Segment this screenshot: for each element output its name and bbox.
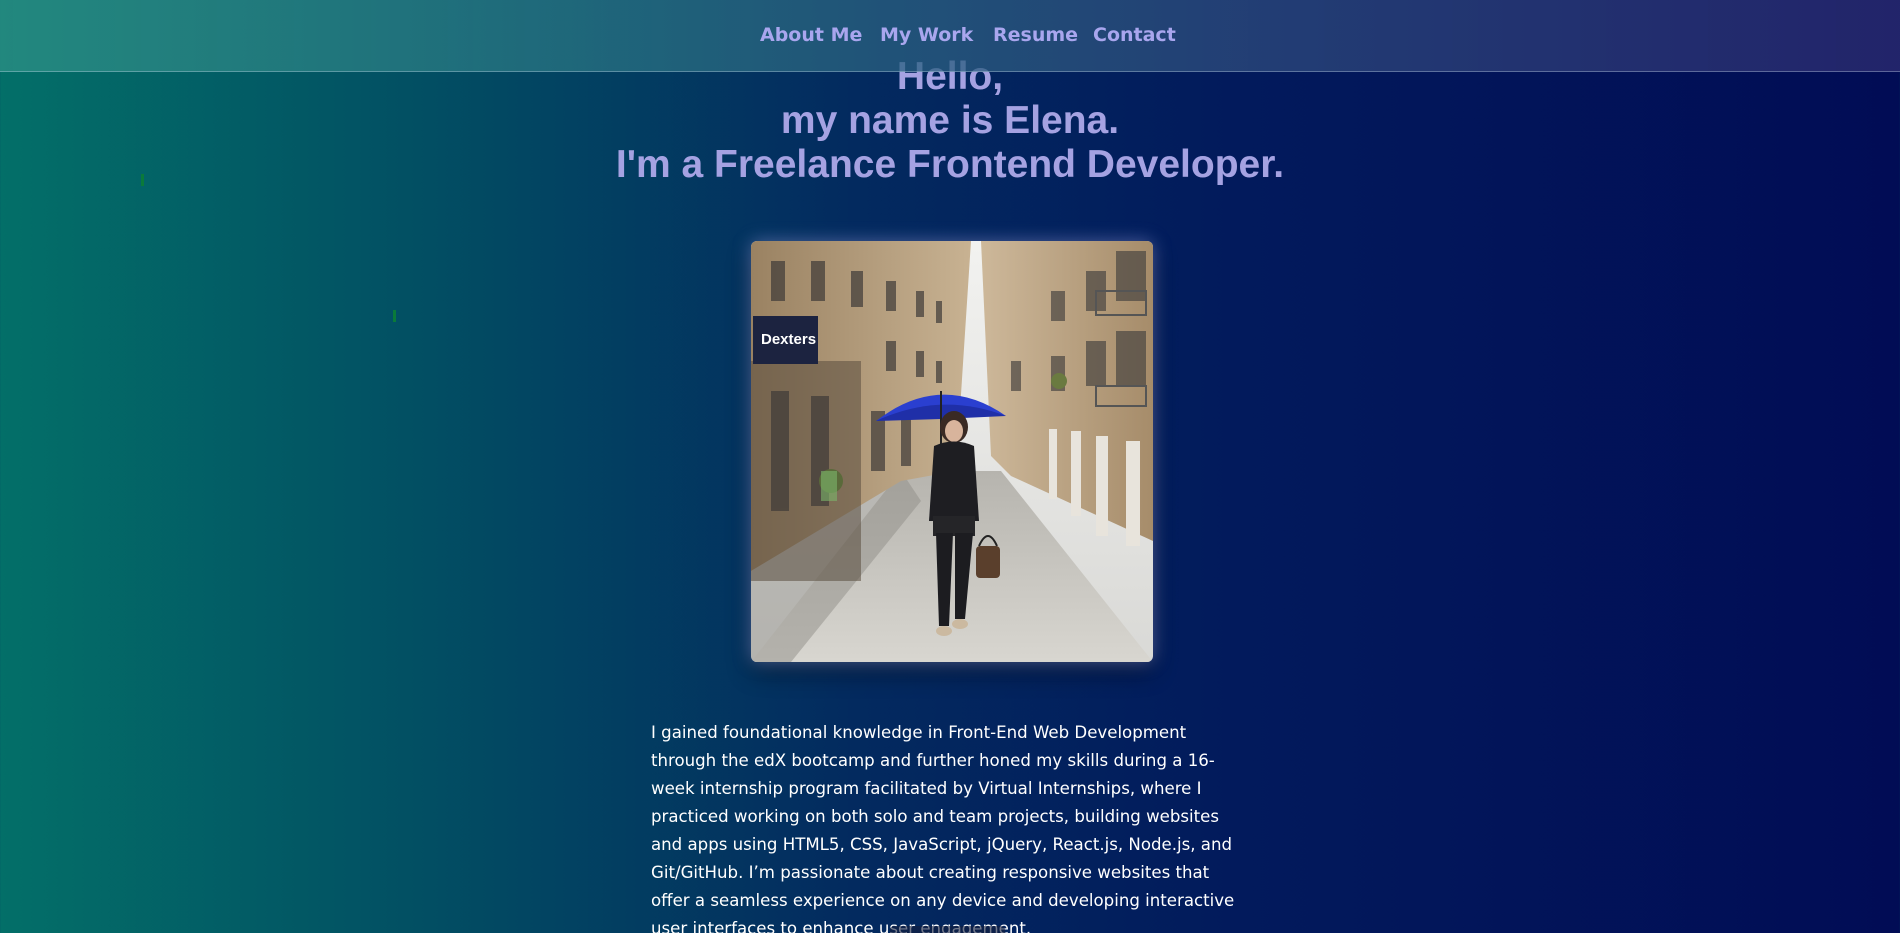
hero-title: I'm a Freelance Frontend Developer.: [615, 143, 1285, 186]
nav-link-resume[interactable]: Resume: [993, 24, 1078, 46]
nav-link-contact[interactable]: Contact: [1093, 24, 1176, 46]
scroll-cue: [890, 926, 1005, 933]
decorative-spark: [141, 174, 144, 186]
hero-name: my name is Elena.: [780, 99, 1120, 142]
photo-sign-text: Dexters: [761, 331, 816, 348]
nav-link-about-me[interactable]: About Me: [760, 24, 862, 46]
bio-paragraph: I gained foundational knowledge in Front…: [651, 722, 1235, 933]
top-navigation: About Me My Work Resume Contact: [0, 0, 1900, 72]
nav-link-my-work[interactable]: My Work: [880, 24, 973, 46]
decorative-spark: [393, 310, 396, 322]
profile-photo: Dexters: [751, 241, 1153, 662]
